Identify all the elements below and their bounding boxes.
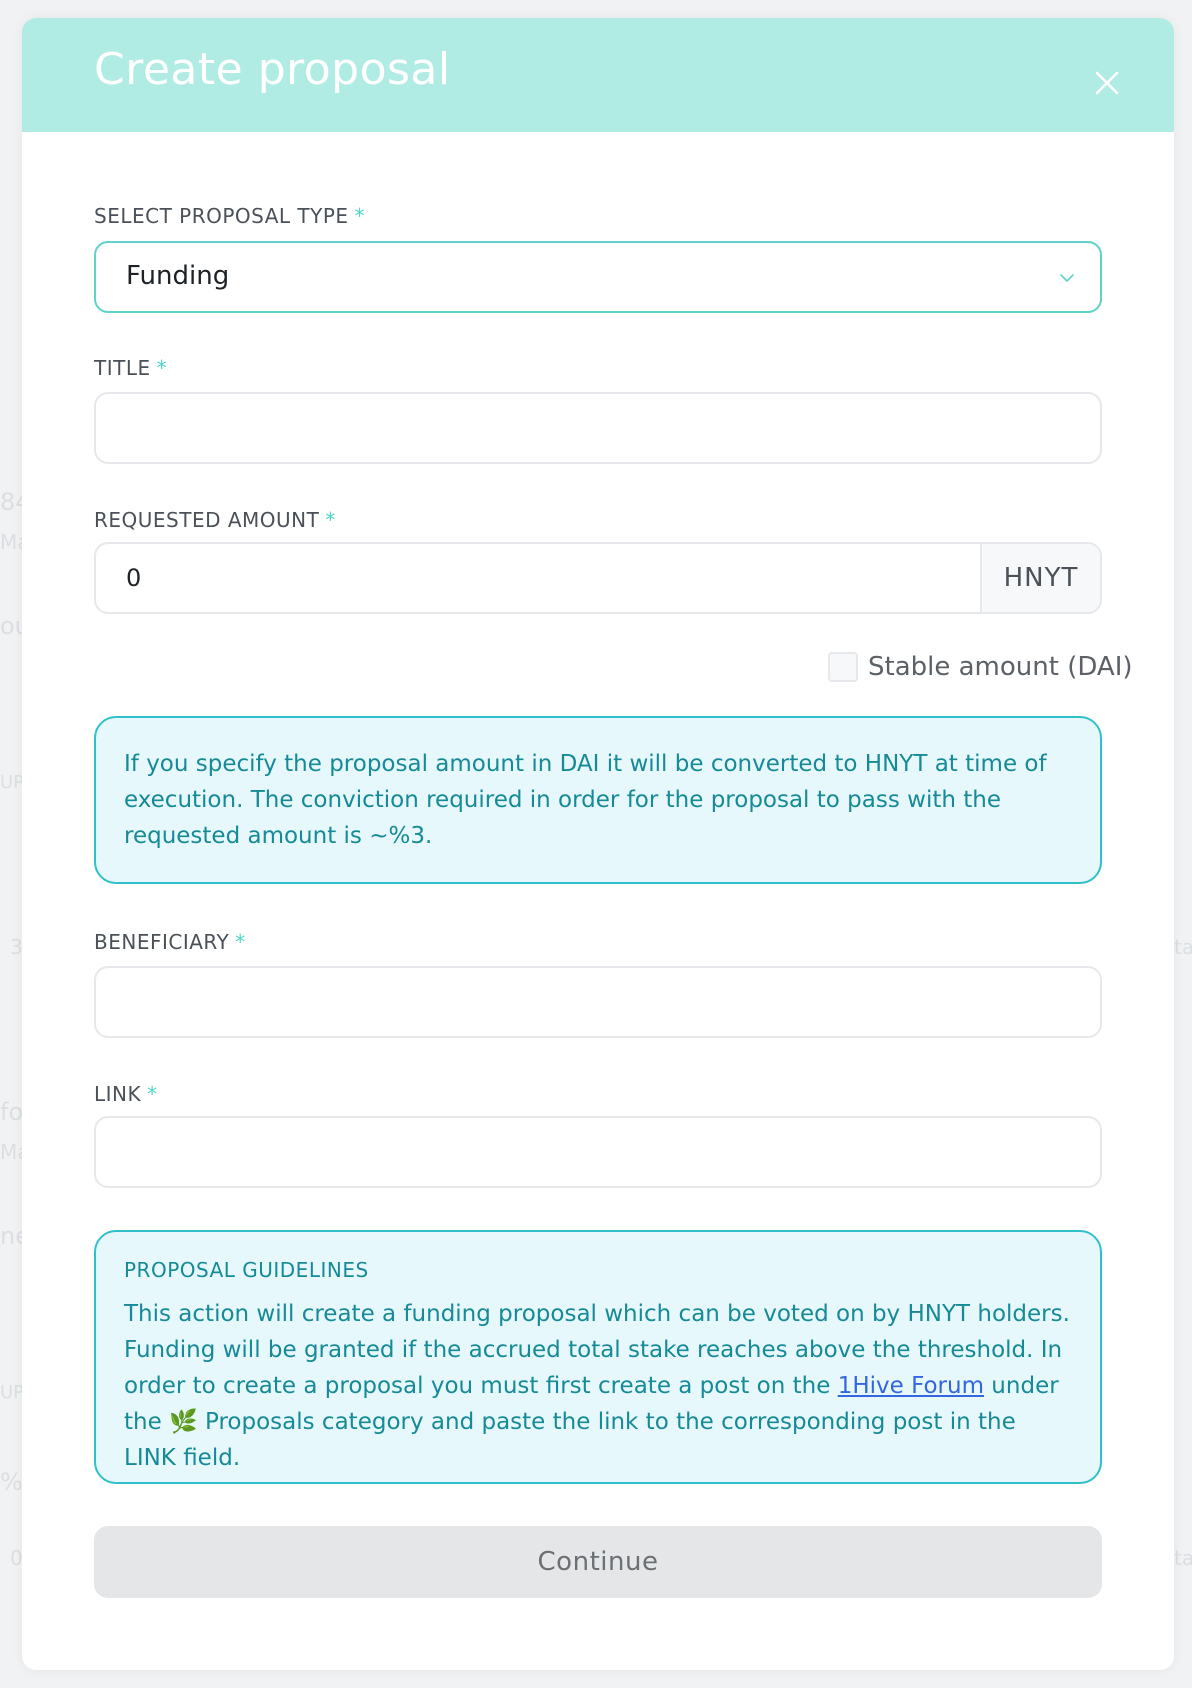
stable-amount-toggle[interactable]: Stable amount (DAI) xyxy=(828,651,1133,683)
amount-unit-label: HNYT xyxy=(980,544,1100,612)
link-label: LINK * xyxy=(94,1082,158,1106)
required-mark: * xyxy=(325,508,336,532)
link-label-text: LINK xyxy=(94,1082,142,1106)
beneficiary-label-text: BENEFICIARY xyxy=(94,930,230,954)
amount-info-text: If you specify the proposal amount in DA… xyxy=(124,751,1047,849)
title-label-text: TITLE xyxy=(94,356,151,380)
proposal-type-select[interactable]: Funding xyxy=(94,241,1102,313)
modal-header: Create proposal xyxy=(22,18,1174,132)
background-text: ta xyxy=(1174,1546,1192,1570)
required-mark: * xyxy=(147,1082,158,1106)
modal-title: Create proposal xyxy=(94,44,451,95)
requested-amount-input[interactable] xyxy=(96,544,980,612)
leaf-icon: 🌿 xyxy=(169,1409,198,1435)
stable-amount-checkbox[interactable] xyxy=(828,652,858,682)
background-text: 3 xyxy=(10,935,23,959)
guidelines-text: This action will create a funding propos… xyxy=(124,1296,1072,1476)
beneficiary-label: BENEFICIARY * xyxy=(94,930,246,954)
background-text: ta xyxy=(1174,935,1192,959)
amount-info-box: If you specify the proposal amount in DA… xyxy=(94,716,1102,884)
required-mark: * xyxy=(354,204,366,228)
background-text: UP xyxy=(0,1382,25,1403)
requested-amount-field: HNYT xyxy=(94,542,1102,614)
chevron-down-icon xyxy=(1060,274,1074,282)
proposal-type-label-text: SELECT PROPOSAL TYPE xyxy=(94,204,349,228)
create-proposal-modal: Create proposal SELECT PROPOSAL TYPE * Fu… xyxy=(22,18,1174,1670)
proposal-type-label: SELECT PROPOSAL TYPE * xyxy=(94,204,365,228)
guidelines-text-part: Proposals category and paste the link to… xyxy=(124,1409,1016,1471)
requested-amount-label: REQUESTED AMOUNT * xyxy=(94,508,336,532)
close-button[interactable] xyxy=(1092,68,1122,98)
title-input[interactable] xyxy=(94,392,1102,464)
guidelines-title: PROPOSAL GUIDELINES xyxy=(124,1258,369,1282)
background-text: 0 xyxy=(10,1546,23,1570)
background-text: UP xyxy=(0,772,25,793)
forum-link[interactable]: 1Hive Forum xyxy=(838,1373,984,1399)
proposal-guidelines-box: PROPOSAL GUIDELINES This action will cre… xyxy=(94,1230,1102,1484)
background-text: % xyxy=(0,1468,23,1496)
requested-amount-label-text: REQUESTED AMOUNT xyxy=(94,508,320,532)
beneficiary-input[interactable] xyxy=(94,966,1102,1038)
background-text: fo xyxy=(0,1098,24,1126)
stable-amount-label: Stable amount (DAI) xyxy=(868,652,1133,682)
required-mark: * xyxy=(156,356,168,380)
close-icon xyxy=(1095,71,1119,95)
proposal-type-selected-value: Funding xyxy=(126,261,230,291)
continue-button[interactable]: Continue xyxy=(94,1526,1102,1598)
link-input[interactable] xyxy=(94,1116,1102,1188)
required-mark: * xyxy=(235,930,246,954)
title-label: TITLE * xyxy=(94,356,167,380)
